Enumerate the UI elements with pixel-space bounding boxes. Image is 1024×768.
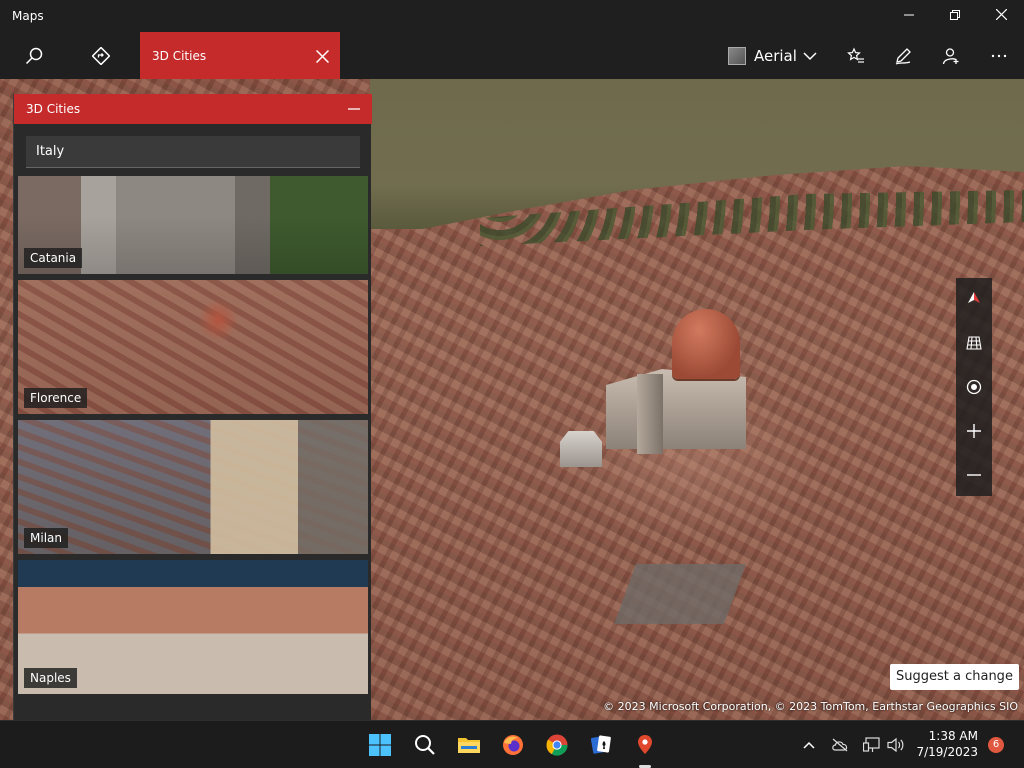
sign-in-button[interactable] — [928, 32, 974, 79]
clock-time: 1:38 AM — [928, 729, 978, 743]
city-card-florence[interactable]: Florence — [18, 280, 368, 414]
bell-tower — [637, 374, 663, 454]
taskbar: 1:38 AM 7/19/2023 6 — [0, 720, 1024, 768]
solitaire-button[interactable] — [585, 729, 617, 761]
minimize-icon — [904, 8, 914, 24]
locate-button[interactable] — [956, 366, 992, 408]
piazza — [614, 564, 746, 624]
restore-icon — [950, 8, 960, 24]
city-card-naples[interactable]: Naples — [18, 560, 368, 694]
tilt-button[interactable] — [956, 322, 992, 364]
aerial-thumbnail-icon — [728, 47, 746, 65]
directions-icon — [92, 46, 110, 65]
city-label: Naples — [24, 668, 77, 688]
map-attribution: © 2023 Microsoft Corporation, © 2023 Tom… — [603, 700, 1018, 713]
chrome-icon — [546, 734, 568, 756]
locate-icon — [966, 379, 982, 395]
city-card-catania[interactable]: Catania — [18, 176, 368, 274]
compass-icon — [968, 292, 980, 303]
firefox-icon — [503, 735, 523, 755]
cathedral-dome — [672, 309, 740, 379]
more-button[interactable] — [976, 32, 1022, 79]
zoom-out-icon — [967, 474, 981, 476]
more-icon — [991, 54, 1007, 57]
toolbar: 3D Cities Aerial — [0, 32, 1024, 79]
minimize-icon — [348, 108, 360, 110]
tab-3d-cities[interactable]: 3D Cities — [140, 32, 340, 79]
start-button[interactable] — [364, 729, 396, 761]
map-controls — [956, 278, 992, 496]
panel-header: 3D Cities — [14, 94, 372, 124]
collapse-panel-button[interactable] — [342, 97, 366, 121]
map-style-selector[interactable]: Aerial — [728, 42, 817, 70]
compass-button[interactable] — [956, 278, 992, 320]
chrome-button[interactable] — [541, 729, 573, 761]
volume-button[interactable] — [886, 735, 906, 755]
cathedral-building — [606, 369, 746, 449]
maps-app-window: Maps 3D Cities Aerial 3D Cities Italy Ca… — [0, 0, 1024, 768]
favorites-button[interactable] — [833, 32, 879, 79]
city-label: Milan — [24, 528, 68, 548]
suggest-change-button[interactable]: Suggest a change — [890, 664, 1019, 690]
close-window-button[interactable] — [978, 0, 1024, 32]
cloud-offline-icon — [832, 738, 848, 752]
city-card-milan[interactable]: Milan — [18, 420, 368, 554]
speaker-icon — [887, 737, 904, 753]
maximize-button[interactable] — [932, 0, 978, 32]
search-icon — [25, 47, 43, 64]
network-icon — [863, 737, 880, 752]
panel-title: 3D Cities — [26, 102, 81, 116]
file-explorer-icon — [458, 738, 480, 753]
pen-icon — [895, 47, 911, 65]
grid-icon — [966, 336, 982, 350]
firefox-button[interactable] — [497, 729, 529, 761]
close-icon — [315, 49, 329, 63]
zoom-in-icon — [967, 424, 981, 438]
directions-button[interactable] — [78, 32, 124, 79]
app-title: Maps — [12, 9, 44, 23]
taskbar-search-button[interactable] — [409, 729, 441, 761]
zoom-in-button[interactable] — [956, 410, 992, 452]
clock-date: 7/19/2023 — [916, 745, 978, 759]
windows-start-icon — [369, 734, 391, 756]
onedrive-button[interactable] — [830, 735, 850, 755]
region-selector[interactable]: Italy — [26, 136, 360, 168]
map-style-label: Aerial — [754, 47, 797, 65]
city-label: Catania — [24, 248, 83, 268]
show-hidden-icons-button[interactable] — [799, 735, 819, 755]
search-icon — [415, 735, 435, 755]
close-tab-button[interactable] — [310, 44, 334, 68]
file-explorer-button[interactable] — [453, 729, 485, 761]
close-icon — [995, 8, 1007, 24]
add-user-icon — [942, 47, 959, 64]
tab-label: 3D Cities — [152, 49, 207, 63]
notification-badge[interactable]: 6 — [988, 737, 1004, 753]
maps-icon — [638, 735, 652, 754]
city-label: Florence — [24, 388, 88, 408]
clock[interactable]: 1:38 AM 7/19/2023 — [912, 728, 978, 760]
3d-cities-panel: 3D Cities Italy Catania Florence Milan N… — [13, 94, 372, 720]
baptistery — [560, 431, 602, 467]
solitaire-icon — [590, 735, 611, 754]
minimize-button[interactable] — [886, 0, 932, 32]
chevron-down-icon — [803, 52, 817, 61]
title-bar: Maps — [0, 0, 1024, 32]
network-button[interactable] — [862, 735, 882, 755]
zoom-out-button[interactable] — [956, 454, 992, 496]
maps-taskbar-button[interactable] — [629, 729, 661, 761]
search-button[interactable] — [11, 32, 57, 79]
favorites-icon — [847, 47, 864, 63]
chevron-up-icon — [803, 741, 815, 749]
ink-button[interactable] — [880, 32, 926, 79]
